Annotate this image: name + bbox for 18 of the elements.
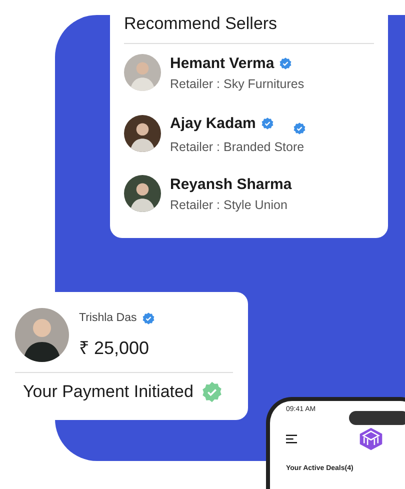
- payer-name: Trishla Das: [79, 312, 137, 324]
- payment-status: Your Payment Initiated: [23, 382, 194, 402]
- avatar: [124, 175, 161, 212]
- avatar: [124, 54, 161, 91]
- seller-role: Retailer : Branded Store: [170, 140, 306, 154]
- card-title: Recommend Sellers: [124, 14, 278, 34]
- payment-amount: ₹ 25,000: [79, 336, 150, 358]
- avatar: [15, 308, 69, 362]
- seller-name: Hemant Verma: [170, 54, 274, 72]
- seller-role: Retailer : Sky Furnitures: [170, 76, 304, 90]
- camera-notch: [349, 411, 405, 425]
- success-check-icon: [201, 381, 224, 403]
- cube-logo-icon: [359, 427, 383, 451]
- seller-name: Reyansh Sharma: [170, 176, 292, 192]
- seller-role: Retailer : Style Union: [170, 198, 288, 212]
- seller-name: Ajay Kadam: [170, 115, 256, 132]
- menu-icon[interactable]: [286, 434, 297, 444]
- avatar: [124, 114, 161, 152]
